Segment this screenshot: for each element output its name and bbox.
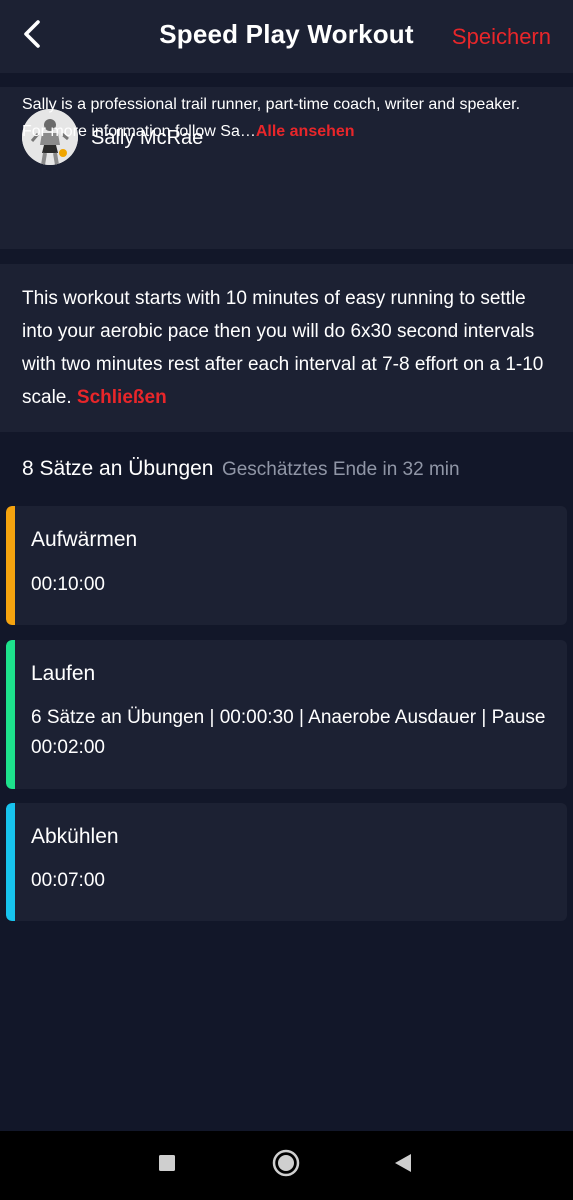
exercise-title: Aufwärmen [31,528,138,551]
system-back-button[interactable] [373,1131,433,1200]
exercise-card-run[interactable]: Laufen 6 Sätze an Übungen | 00:00:30 | A… [6,640,567,789]
system-navigation-bar [0,1131,573,1200]
exercise-card-cooldown[interactable]: Abkühlen 00:07:00 [6,803,567,921]
app-header: Speed Play Workout Speichern [0,0,573,73]
exercise-title: Abkühlen [31,825,119,848]
back-triangle-icon [392,1152,414,1179]
exercise-detail: 00:07:00 [31,870,105,891]
recents-button[interactable] [137,1131,197,1200]
coach-bio: Sally is a professional trail runner, pa… [22,91,542,145]
home-circle-icon [271,1148,301,1183]
save-button[interactable]: Speichern [452,24,551,50]
exercise-detail: 00:10:00 [31,574,105,595]
sets-title: 8 Sätze an Übungen [22,457,214,480]
estimated-end: Geschätztes Ende in 32 min [221,459,460,480]
sets-heading: 8 Sätze an Übungen Geschätztes Ende in 3… [22,457,460,481]
exercise-card-warmup[interactable]: Aufwärmen 00:10:00 [6,506,567,625]
workout-description: This workout starts with 10 minutes of e… [22,282,557,414]
exercise-color-bar [6,640,15,789]
exercise-color-bar [6,506,15,625]
exercise-color-bar [6,803,15,921]
recents-square-icon [157,1153,177,1178]
exercise-detail: 6 Sätze an Übungen | 00:00:30 | Anaerobe… [31,707,546,758]
workout-detail-screen: Speed Play Workout Speichern Sally McRae… [0,0,573,1200]
close-description-link[interactable]: Schließen [77,387,167,408]
see-all-link[interactable]: Alle ansehen [256,123,355,140]
exercise-title: Laufen [31,662,96,685]
home-button[interactable] [256,1131,316,1200]
